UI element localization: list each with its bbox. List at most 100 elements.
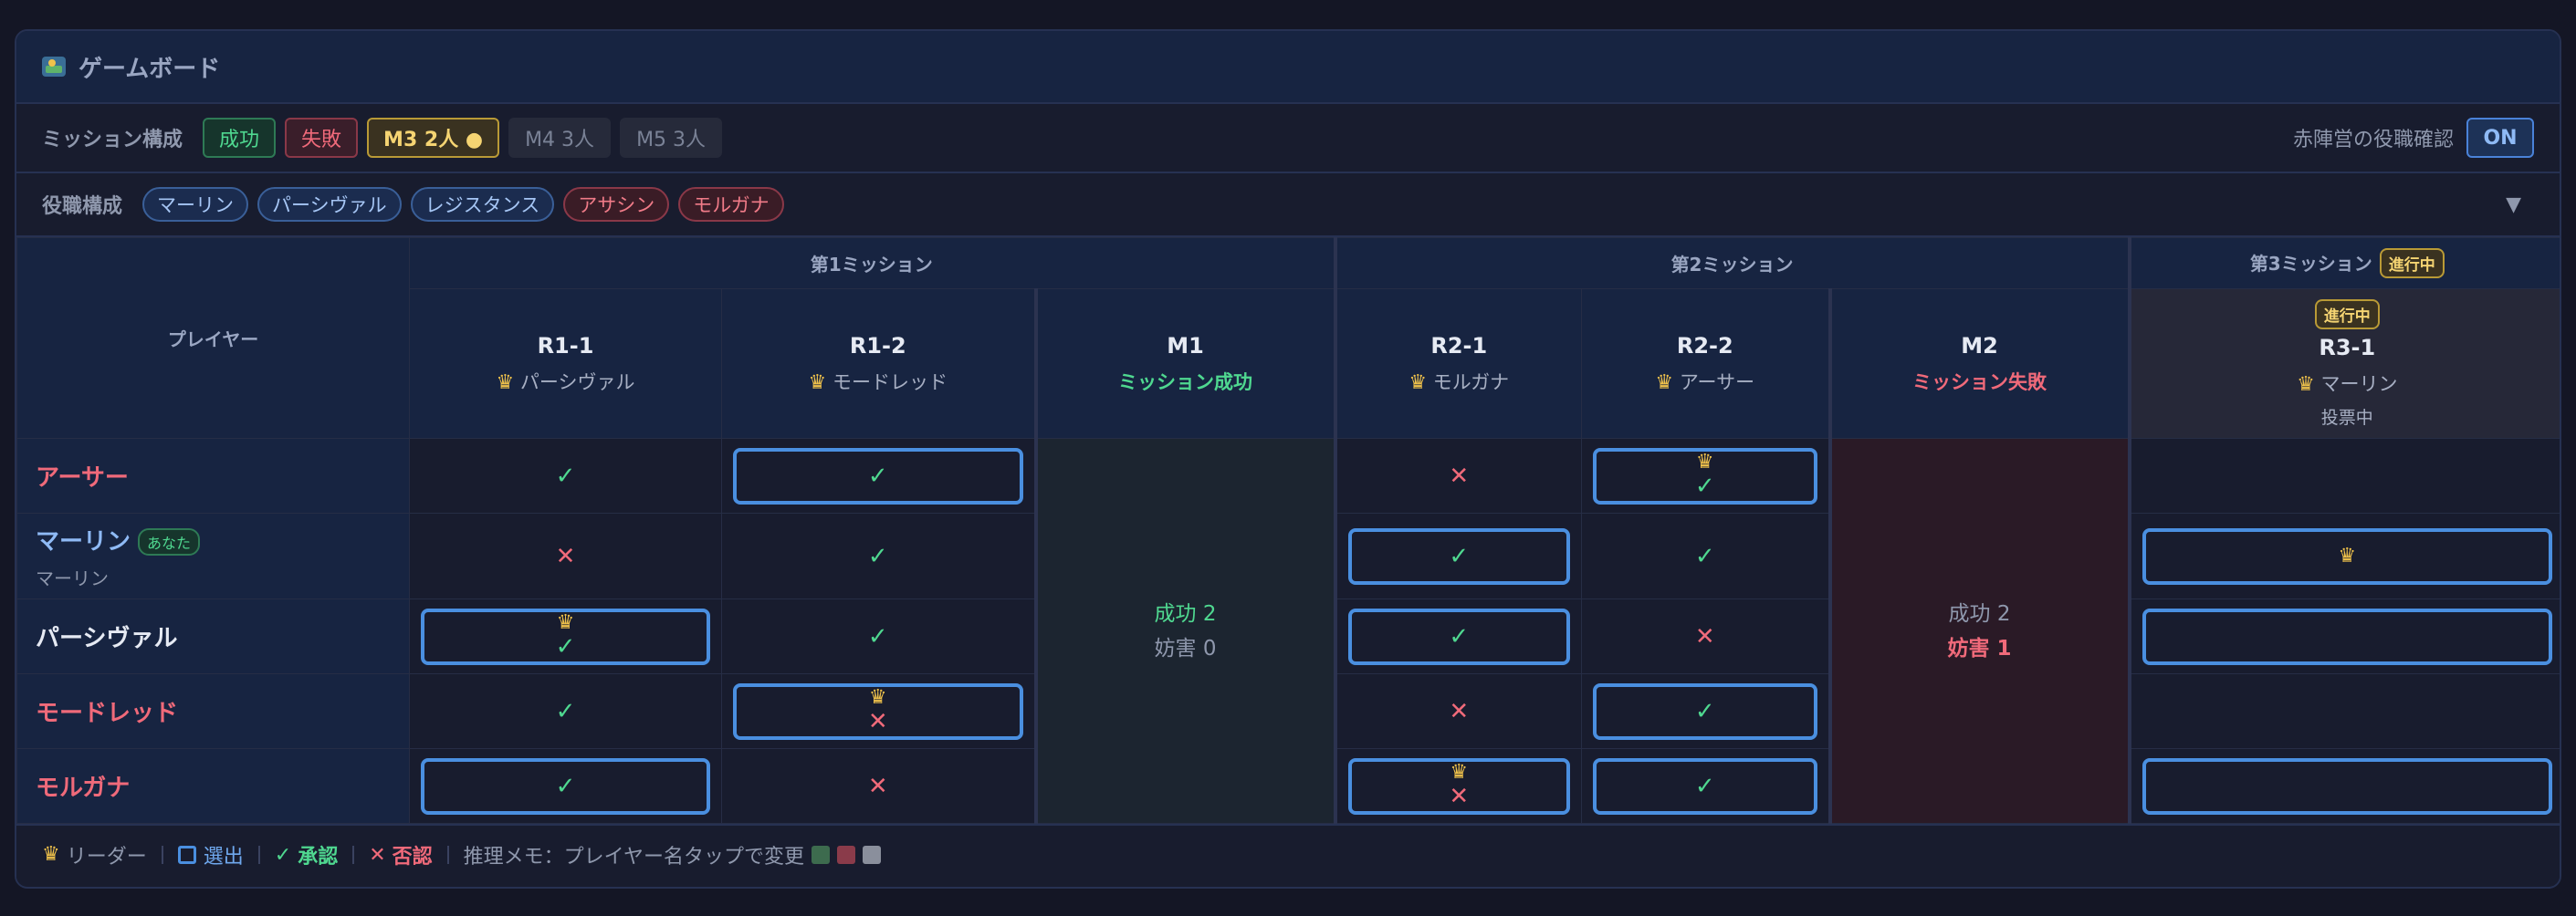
vote-cell — [2129, 673, 2560, 749]
mission-chip-1: 成功 — [203, 118, 277, 158]
legend-memo: 推理メモ：プレイヤー名タップで変更 — [463, 846, 805, 869]
approve-icon: ✓ — [867, 462, 888, 490]
game-board-panel: ゲームボード ミッション構成 成功 失敗 M3 2人 ● M4 3人 M5 3人… — [15, 29, 2561, 889]
vote-cell: ✓ — [1581, 748, 1831, 824]
vote-cell: ✓ — [1581, 673, 1831, 749]
round-header-r1-2: R1-2 ♛ モードレッド — [721, 288, 1036, 439]
reject-icon: ✕ — [867, 707, 888, 735]
reject-icon: ✕ — [1449, 782, 1470, 810]
mission-chip-4: M4 3人 — [508, 118, 612, 158]
selected-cell: ♛ ✓ — [1593, 447, 1817, 505]
legend-reject: 否認 — [392, 846, 433, 869]
you-badge: あなた — [138, 528, 201, 556]
player-name-mordred[interactable]: モードレッド — [16, 673, 410, 749]
crown-icon: ♛ — [1408, 370, 1428, 394]
role-pill-resistance: レジスタンス — [410, 187, 555, 222]
vote-cell[interactable] — [2129, 748, 2560, 824]
mission-chip-3: M3 2人 ● — [367, 118, 500, 158]
memo-color-swatch-red — [837, 846, 856, 864]
legend-leader: リーダー — [66, 846, 147, 869]
crown-icon: ♛ — [1695, 450, 1714, 474]
player-name-merlin[interactable]: マーリン あなた マーリン — [16, 513, 410, 599]
table-row: アーサー ✓ ✓ 成功 2 妨害 0 ✕ ♛ ✓ 成功 2 妨害 1 — [16, 438, 2560, 824]
legend-approve: 承認 — [298, 846, 339, 869]
crown-icon: ♛ — [808, 370, 827, 394]
vote-cell: ✓ — [1581, 513, 1831, 599]
vote-cell: ♛ ✕ — [1335, 748, 1583, 824]
role-pill-assassin: アサシン — [563, 187, 670, 222]
crown-icon: ♛ — [496, 370, 515, 394]
approve-icon: ✓ — [1449, 622, 1470, 651]
approve-icon: ✓ — [1694, 472, 1715, 500]
crown-icon: ♛ — [2297, 372, 2315, 396]
legend-bar: ♛ リーダー 選出 ✓ 承認 ✕ 否認 推理メモ：プレイヤー名タップで変更 — [16, 824, 2560, 884]
player-role-note: マーリン — [36, 567, 109, 589]
selected-cell: ✓ — [1347, 608, 1571, 665]
role-pill-morgana: モルガナ — [678, 187, 784, 222]
selected-cell — [2141, 608, 2553, 665]
vote-cell: ♛ ✕ — [721, 673, 1036, 749]
selected-box-icon — [177, 846, 196, 864]
approve-icon: ✓ — [1694, 542, 1715, 570]
reject-icon: ✕ — [1694, 622, 1715, 651]
role-composition-label: 役職構成 — [42, 195, 123, 218]
vote-cell: ✕ — [721, 748, 1036, 824]
vote-cell[interactable] — [2129, 599, 2560, 674]
mission-header-m1: M1 ミッション成功 — [1033, 288, 1337, 439]
round-header-r2-2: R2-2 ♛ アーサー — [1581, 288, 1831, 439]
selected-cell: ♛ ✕ — [1347, 757, 1571, 815]
vote-cell: ✕ — [1335, 438, 1583, 514]
selected-cell: ♛ — [2141, 527, 2553, 585]
vote-cell: ✓ — [721, 438, 1036, 514]
mission-1-summary: 成功 2 妨害 0 — [1033, 438, 1337, 824]
vote-cell: ✓ — [721, 599, 1036, 674]
memo-color-swatch-gray — [863, 846, 882, 864]
mission-2-summary: 成功 2 妨害 1 — [1827, 438, 2131, 824]
crown-icon: ♛ — [1655, 370, 1674, 394]
round-header-r1-1: R1-1 ♛ パーシヴァル — [409, 288, 722, 439]
crown-icon: ♛ — [2338, 544, 2357, 567]
vote-cell: ♛ ✓ — [409, 599, 722, 674]
vote-cell: ✓ — [721, 513, 1036, 599]
mission-group-1: 第1ミッション — [408, 237, 1337, 289]
approve-icon: ✓ — [867, 542, 888, 570]
board-header: ゲームボード — [16, 31, 2560, 104]
role-pill-merlin: マーリン — [142, 187, 249, 222]
role-composition-bar[interactable]: 役職構成 マーリン パーシヴァル レジスタンス アサシン モルガナ ▼ — [16, 173, 2560, 237]
player-name-percival[interactable]: パーシヴァル — [16, 599, 410, 674]
red-role-check-toggle[interactable]: ON — [2466, 118, 2534, 158]
mission-composition-bar: ミッション構成 成功 失敗 M3 2人 ● M4 3人 M5 3人 赤陣営の役職… — [16, 104, 2560, 173]
vote-cell: ✕ — [409, 513, 722, 599]
reject-icon: ✕ — [1449, 697, 1470, 725]
vote-cell[interactable]: ♛ — [2129, 513, 2560, 599]
approve-icon: ✓ — [274, 843, 292, 867]
round-header-r3-1: 進行中 R3-1 ♛ マーリン 投票中 — [2129, 288, 2560, 439]
selected-cell: ✓ — [421, 757, 710, 815]
approve-icon: ✓ — [555, 632, 576, 661]
role-pill-percival: パーシヴァル — [257, 187, 402, 222]
vote-cell: ✓ — [1335, 599, 1583, 674]
selected-cell: ✓ — [733, 447, 1023, 505]
crown-icon: ♛ — [42, 843, 60, 866]
in-progress-badge: 進行中 — [2314, 298, 2380, 329]
selected-cell: ✓ — [1593, 757, 1817, 815]
map-icon — [42, 57, 66, 77]
selected-cell: ✓ — [1593, 682, 1817, 740]
vote-cell: ✓ — [409, 748, 722, 824]
selected-cell — [2141, 757, 2553, 815]
vote-cell: ✓ — [409, 438, 722, 514]
approve-icon: ✓ — [1694, 772, 1715, 800]
vote-cell: ✓ — [1335, 513, 1583, 599]
reject-icon: ✕ — [867, 772, 888, 800]
approve-icon: ✓ — [1449, 542, 1470, 570]
chevron-down-icon[interactable]: ▼ — [2506, 193, 2521, 216]
reject-icon: ✕ — [1449, 462, 1470, 490]
approve-icon: ✓ — [555, 772, 576, 800]
crown-icon: ♛ — [1450, 760, 1469, 784]
mission-chip-2: 失敗 — [285, 118, 359, 158]
mission-chip-5: M5 3人 — [620, 118, 723, 158]
player-name-morgana[interactable]: モルガナ — [16, 748, 410, 824]
player-name-arthur[interactable]: アーサー — [16, 438, 410, 514]
round-header-r2-1: R2-1 ♛ モルガナ — [1335, 288, 1583, 439]
in-progress-badge: 進行中 — [2379, 248, 2445, 278]
